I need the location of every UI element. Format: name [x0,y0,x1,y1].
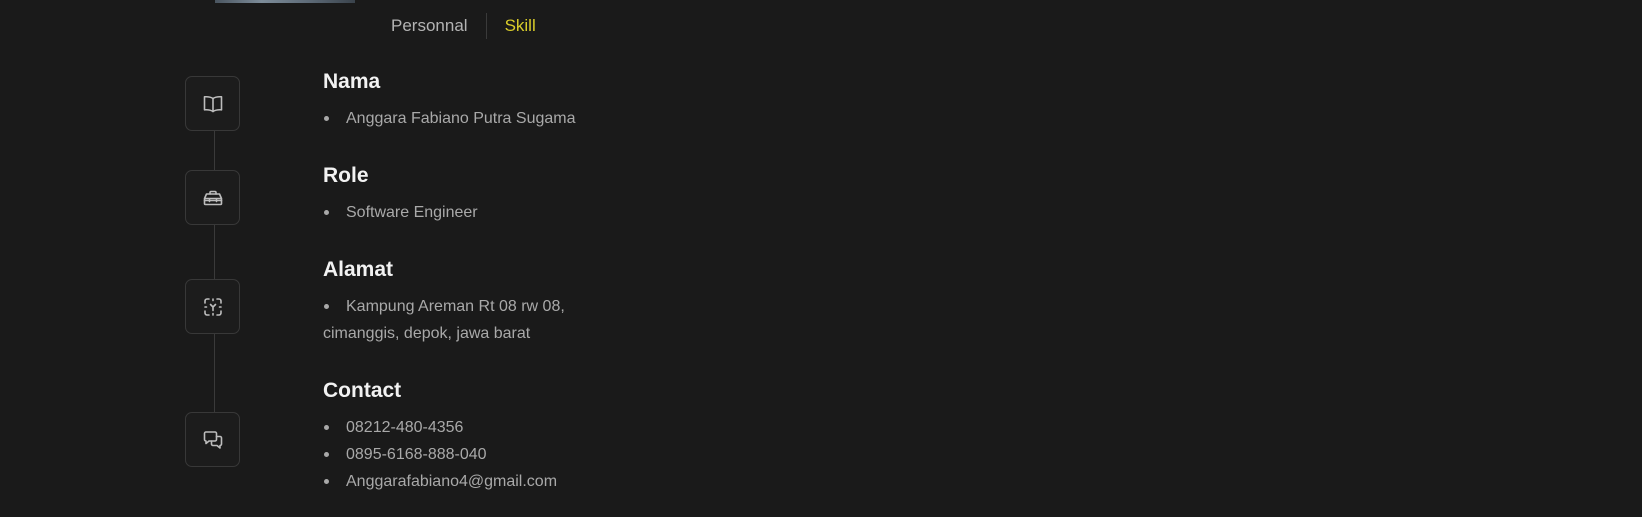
chat-bubbles-icon [203,430,222,449]
toolbox-icon [203,190,222,205]
alamat-icon-box [185,279,240,334]
section-title: Role [323,164,369,187]
book-icon [203,95,222,112]
section-list: Software Engineer [323,199,478,226]
profile-page: Personnal Skill Nama Anggara Fabiano Put… [0,0,1642,517]
role-icon-box [185,170,240,225]
section-title: Alamat [323,258,394,281]
section-title: Nama [323,70,381,93]
profile-photo-edge [215,0,355,3]
list-item-email: Anggarafabiano4@gmail.com [323,468,557,495]
list-item: Anggara Fabiano Putra Sugama [323,105,575,132]
section-list: 08212-480-4356 0895-6168-888-040 Anggara… [323,414,557,495]
location-scan-icon [203,297,222,316]
list-item-phone-2: 0895-6168-888-040 [323,441,557,468]
section-nama: Nama Anggara Fabiano Putra Sugama [323,69,575,132]
contact-icon-box [185,412,240,467]
tab-skill[interactable]: Skill [487,13,536,39]
section-title: Contact [323,379,402,402]
section-list: Kampung Areman Rt 08 rw 08, cimanggis, d… [323,293,586,347]
tab-personal[interactable]: Personnal [391,13,486,39]
list-item: Software Engineer [323,199,478,226]
nama-icon-box [185,76,240,131]
section-contact: Contact 08212-480-4356 0895-6168-888-040… [323,378,557,495]
section-role: Role Software Engineer [323,163,478,226]
address-line-1: Kampung Areman Rt 08 rw 08, [346,298,565,315]
section-alamat: Alamat Kampung Areman Rt 08 rw 08, ciman… [323,257,586,347]
list-item: Kampung Areman Rt 08 rw 08, cimanggis, d… [323,293,586,347]
list-item-phone-1: 08212-480-4356 [323,414,557,441]
section-list: Anggara Fabiano Putra Sugama [323,105,575,132]
profile-tabs: Personnal Skill [391,12,536,40]
address-line-2: cimanggis, depok, jawa barat [323,325,531,342]
